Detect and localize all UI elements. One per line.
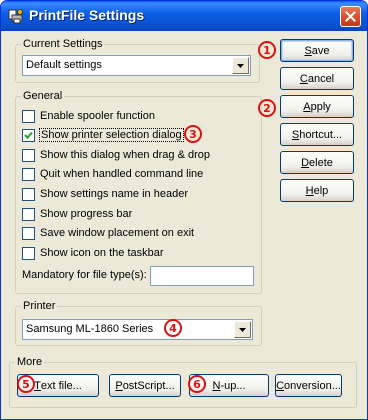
mnemonic: H (305, 184, 314, 197)
cancel-button[interactable]: Cancel (280, 67, 354, 90)
mandatory-file-types-label: Mandatory for file type(s): (22, 269, 147, 281)
button-label: onversion... (284, 379, 341, 392)
mnemonic: C (299, 72, 308, 85)
callout-5: 5 (17, 375, 35, 393)
option-show-dialog-drag-drop[interactable]: Show this dialog when drag & drop (22, 147, 210, 163)
checkbox[interactable] (22, 187, 35, 201)
printer-legend: Printer (21, 300, 58, 313)
checkbox[interactable] (22, 226, 35, 240)
apply-button[interactable]: Apply (280, 95, 354, 118)
mnemonic: S (291, 128, 300, 141)
button-label: elp (313, 184, 329, 197)
checkbox[interactable] (22, 167, 35, 181)
callout-2: 2 (258, 99, 276, 117)
help-button[interactable]: Help (280, 179, 354, 202)
option-label: Show icon on the taskbar (40, 247, 164, 259)
mandatory-file-types-input[interactable] (150, 266, 254, 286)
option-label: Show progress bar (40, 208, 133, 220)
save-button[interactable]: Save (280, 39, 354, 62)
callout-6: 6 (188, 375, 206, 393)
mnemonic: T (34, 379, 41, 392)
checkbox[interactable] (22, 246, 35, 260)
chevron-down-icon[interactable] (234, 321, 251, 338)
option-show-printer-selection[interactable]: Show printer selection dialog (22, 127, 184, 143)
printfile-app-icon (8, 8, 24, 24)
window-title: PrintFile Settings (29, 7, 145, 23)
current-settings-combo[interactable]: Default settings (22, 55, 251, 76)
callout-4: 4 (164, 319, 182, 337)
option-label: Quit when handled command line (40, 168, 204, 180)
option-enable-spooler[interactable]: Enable spooler function (22, 108, 155, 124)
mnemonic: P (115, 379, 123, 392)
mnemonic: A (303, 100, 311, 113)
chevron-down-icon[interactable] (232, 57, 249, 74)
option-show-settings-name[interactable]: Show settings name in header (22, 186, 188, 202)
option-quit-command-line[interactable]: Quit when handled command line (22, 166, 203, 182)
option-save-window-placement[interactable]: Save window placement on exit (22, 225, 194, 241)
option-show-progress-bar[interactable]: Show progress bar (22, 206, 132, 222)
checkbox[interactable] (22, 148, 35, 162)
option-label: Show settings name in header (40, 188, 188, 200)
printfile-settings-window: PrintFile Settings Current Settings Defa… (0, 0, 368, 420)
option-label: Show printer selection dialog (39, 128, 184, 142)
mnemonic: N (212, 379, 221, 392)
callout-3: 3 (184, 125, 202, 143)
mnemonic: S (304, 44, 312, 57)
button-label: elete (309, 156, 333, 169)
button-label: ext file... (40, 379, 82, 392)
check-icon (24, 131, 33, 139)
close-icon (345, 11, 356, 22)
option-label: Enable spooler function (40, 110, 155, 122)
button-label: ave (311, 44, 330, 57)
shortcut-button[interactable]: Shortcut... (280, 123, 354, 146)
current-settings-legend: Current Settings (21, 38, 105, 51)
mnemonic: D (301, 156, 310, 169)
more-legend: More (15, 356, 45, 369)
button-label: pply (310, 100, 331, 113)
delete-button[interactable]: Delete (280, 151, 354, 174)
option-label: Save window placement on exit (40, 227, 195, 239)
button-label: ancel (307, 72, 335, 85)
checkbox[interactable] (22, 109, 35, 123)
current-settings-value: Default settings (26, 59, 102, 71)
option-show-taskbar-icon[interactable]: Show icon on the taskbar (22, 245, 164, 261)
title-bar[interactable]: PrintFile Settings (1, 1, 367, 31)
close-button[interactable] (340, 6, 361, 27)
callout-1: 1 (258, 41, 276, 59)
button-label: -up... (220, 379, 246, 392)
printer-value: Samsung ML-1860 Series (26, 323, 154, 335)
checkbox[interactable] (22, 128, 35, 142)
checkbox[interactable] (22, 207, 35, 221)
mnemonic: C (276, 379, 285, 392)
button-label: ostScript... (122, 379, 175, 392)
printer-combo[interactable]: Samsung ML-1860 Series (22, 319, 253, 340)
option-label: Show this dialog when drag & drop (40, 149, 210, 161)
button-label: hortcut... (299, 128, 343, 141)
general-legend: General (21, 90, 65, 103)
conversion-button[interactable]: Conversion... (275, 374, 342, 397)
postscript-button[interactable]: PostScript... (109, 374, 181, 397)
